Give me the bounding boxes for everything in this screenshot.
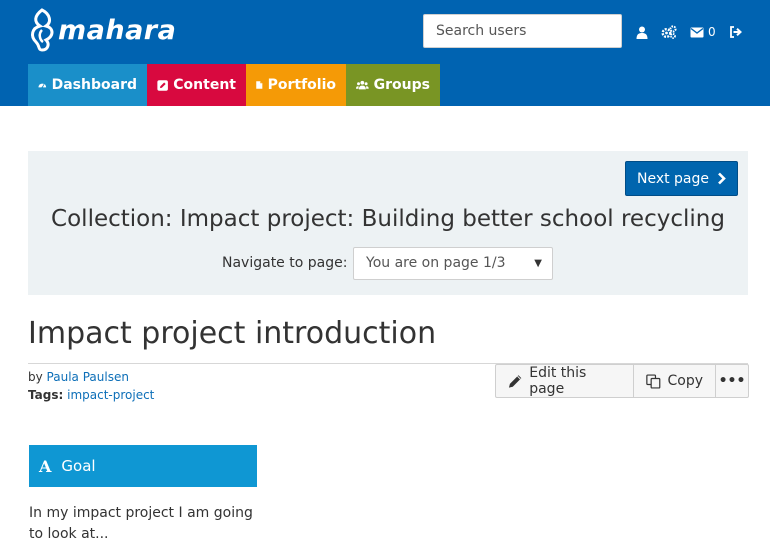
header-icons: 0 — [636, 22, 755, 42]
author-link[interactable]: Paula Paulsen — [47, 370, 129, 384]
cogs-icon[interactable] — [661, 25, 677, 39]
by-prefix: by — [28, 370, 43, 384]
tab-portfolio-label: Portfolio — [267, 77, 336, 93]
text-block-icon: A — [39, 456, 52, 476]
copy-label: Copy — [667, 373, 703, 389]
tab-dashboard[interactable]: Dashboard — [28, 64, 147, 106]
user-icon[interactable] — [636, 26, 648, 39]
tab-portfolio[interactable]: Portfolio — [246, 64, 346, 106]
navigate-page-select[interactable]: You are on page 1/3 ▼ — [353, 247, 553, 280]
mahara-logo[interactable]: mahara — [28, 6, 176, 54]
copy-icon — [646, 373, 661, 389]
page-actions: Edit this page Copy ••• — [495, 364, 749, 398]
users-icon — [356, 80, 369, 90]
logout-icon[interactable] — [729, 26, 742, 38]
block-title: Goal — [61, 457, 96, 475]
edit-page-button[interactable]: Edit this page — [496, 365, 634, 397]
tag-link[interactable]: impact-project — [67, 388, 154, 402]
page-author: by Paula Paulsen — [28, 370, 129, 384]
tab-dashboard-label: Dashboard — [51, 77, 137, 93]
tab-content[interactable]: Content — [147, 64, 246, 106]
next-page-label: Next page — [636, 170, 710, 187]
site-header: mahara Search users 0 Dashboard Content … — [0, 0, 770, 106]
main-nav: Dashboard Content Portfolio Groups — [28, 64, 440, 106]
chevron-down-icon: ▼ — [534, 258, 542, 269]
pencil-square-icon — [157, 79, 168, 91]
tab-groups-label: Groups — [373, 77, 430, 93]
search-users-input[interactable]: Search users — [423, 14, 622, 48]
more-options-button[interactable]: ••• — [716, 365, 748, 397]
more-options-label: ••• — [718, 373, 746, 389]
chevron-right-icon — [718, 172, 726, 185]
logo-text: mahara — [58, 14, 177, 46]
page-tags: Tags: impact-project — [28, 388, 154, 402]
tachometer-icon — [38, 83, 47, 89]
edit-page-label: Edit this page — [529, 365, 587, 397]
tab-content-label: Content — [173, 77, 236, 93]
copy-button[interactable]: Copy — [634, 365, 716, 397]
navigate-to-page-label: Navigate to page: — [222, 255, 348, 271]
next-page-button[interactable]: Next page — [625, 161, 738, 196]
block-header-goal: A Goal — [29, 445, 257, 487]
pencil-icon — [508, 375, 522, 388]
tags-label: Tags: — [28, 388, 64, 402]
mail-count: 0 — [708, 25, 716, 39]
file-icon — [256, 81, 263, 89]
envelope-icon[interactable]: 0 — [690, 25, 716, 39]
mahara-logo-icon — [31, 8, 54, 52]
page-title: Impact project introduction — [28, 316, 437, 351]
tab-groups[interactable]: Groups — [346, 64, 440, 106]
collection-title: Collection: Impact project: Building bet… — [51, 206, 725, 232]
navigate-page-select-value: You are on page 1/3 — [366, 255, 506, 271]
block-content: In my impact project I am going to look … — [29, 505, 253, 542]
